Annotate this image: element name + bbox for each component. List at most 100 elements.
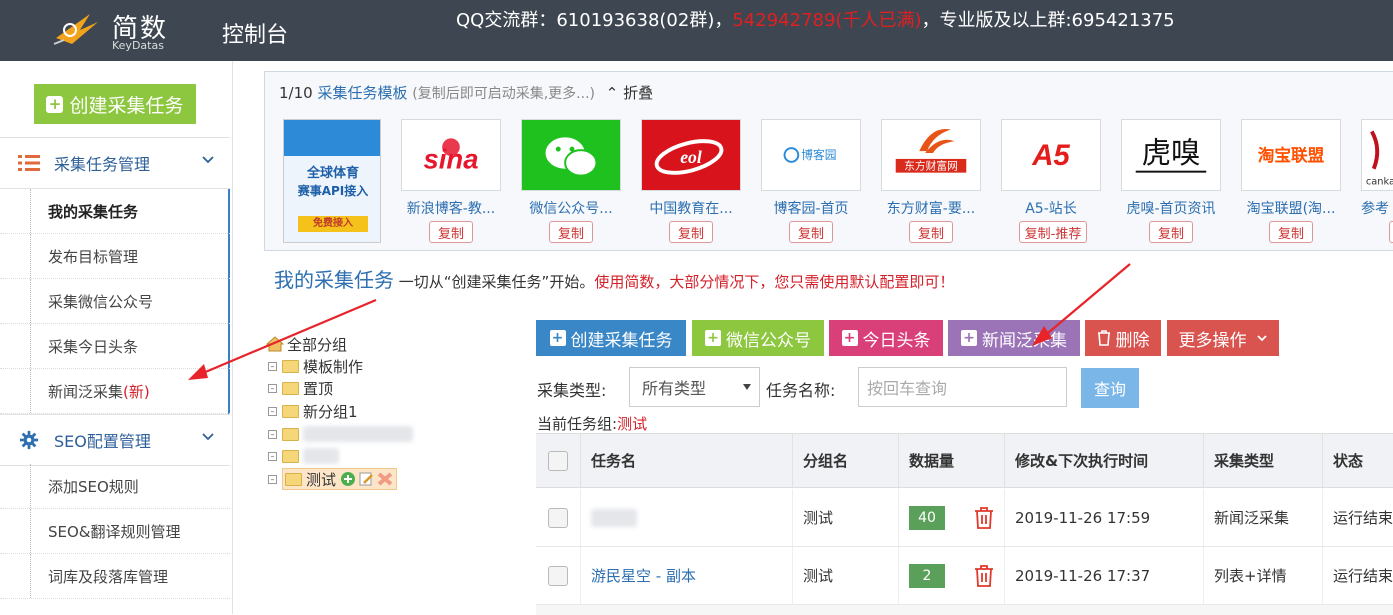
cankao-logo: cankao [1361, 119, 1393, 191]
sidebar-item-add-seo[interactable]: 添加SEO规则 [0, 464, 230, 509]
template-card[interactable]: sina 新浪博客-教... 复制 [401, 119, 501, 247]
tree-node-blurred[interactable]: – [268, 423, 413, 445]
sidebar-item-my-tasks[interactable]: 我的采集任务 [0, 189, 230, 234]
tree-node-blurred[interactable]: – [268, 445, 339, 467]
task-name-cell[interactable] [581, 489, 793, 547]
tree-node[interactable]: – 置顶 [268, 377, 333, 399]
sidebar-section-task-management[interactable]: 采集任务管理 [0, 137, 230, 189]
eastmoney-logo: 东方财富网 [881, 119, 981, 191]
tree-toggle[interactable]: – [268, 406, 277, 416]
column-header[interactable]: 分组名 [793, 434, 899, 488]
type-select[interactable]: 所有类型 [629, 367, 760, 407]
eol-logo: eol [641, 119, 741, 191]
sidebar-item-publish-targets[interactable]: 发布目标管理 [0, 234, 230, 279]
trash-icon[interactable] [973, 564, 995, 588]
logo[interactable]: 简数 KeyDatas [50, 6, 180, 52]
template-name: 参考 [1361, 201, 1389, 217]
ad-banner[interactable]: 全球体育 赛事API接入 免费接入 [283, 119, 381, 243]
trash-icon [1097, 330, 1110, 346]
task-name-input[interactable]: 按回车查询 [858, 367, 1067, 407]
template-card[interactable]: 东方财富网 东方财富-要... 复制 [881, 119, 981, 247]
tree-node[interactable]: – 新分组1 [268, 400, 358, 422]
plus-icon: + [705, 330, 721, 346]
delete-icon[interactable] [376, 471, 394, 487]
tree-root[interactable]: 全部分组 [266, 333, 347, 355]
template-card[interactable]: 博客园 博客园-首页 复制 [761, 119, 861, 247]
notice-text-2: ，专业版及以上群:695421375 [921, 10, 1175, 31]
type-label: 采集类型: [537, 381, 607, 400]
data-count-badge[interactable]: 40 [909, 505, 945, 530]
copy-button[interactable]: 复制 [669, 221, 713, 243]
sidebar-item-news[interactable]: 新闻泛采集 (新) [0, 369, 230, 414]
svg-text:eol: eol [680, 147, 702, 167]
name-label: 任务名称: [766, 381, 836, 400]
redacted-label [303, 448, 339, 464]
select-all-checkbox[interactable] [548, 450, 568, 471]
copy-button[interactable]: 复制 [909, 221, 953, 243]
copy-button[interactable]: 复制 [549, 221, 593, 243]
template-title[interactable]: 采集任务模板 [317, 84, 407, 102]
plus-icon: + [961, 330, 977, 346]
tree-toggle[interactable]: – [268, 383, 277, 393]
column-header[interactable]: 采集类型 [1204, 434, 1323, 488]
sidebar-item-wechat[interactable]: 采集微信公众号 [0, 279, 230, 324]
sidebar-item-seo-rules[interactable]: SEO&翻译规则管理 [0, 509, 230, 554]
template-card[interactable]: 淘宝联盟 淘宝联盟(淘... 复制 [1241, 119, 1341, 247]
cnblogs-wordmark: 博客园 [801, 148, 836, 162]
fold-toggle[interactable]: ⌃ 折叠 [606, 84, 653, 102]
selected-group[interactable]: 测试 [282, 468, 398, 490]
sidebar-item-lexicon[interactable]: 词库及段落库管理 [0, 554, 230, 599]
tree-toggle[interactable]: – [268, 361, 277, 371]
sidebar-section-seo[interactable]: SEO配置管理 [0, 414, 230, 466]
column-header[interactable]: 任务名 [581, 434, 793, 488]
template-card[interactable]: A5 A5-站长 复制-推荐 [1001, 119, 1101, 247]
query-button[interactable]: 查询 [1081, 368, 1139, 408]
tree-toggle[interactable]: – [268, 451, 277, 461]
template-card[interactable]: 微信公众号... 复制 [521, 119, 621, 247]
home-icon [266, 336, 284, 352]
current-group-value[interactable]: 测试 [617, 415, 647, 433]
redacted-task-name[interactable] [591, 508, 637, 527]
tree-node-selected[interactable]: – 测试 [268, 468, 398, 490]
chevron-down-icon [1256, 335, 1267, 342]
column-header[interactable]: 修改&下次执行时间 [1005, 434, 1204, 488]
tree-node-label: 模板制作 [303, 357, 364, 376]
delete-button[interactable]: 删除 [1085, 320, 1161, 356]
tree-node[interactable]: – 模板制作 [268, 355, 363, 377]
dropdown-arrow-icon [743, 384, 751, 390]
template-card[interactable]: 虎嗅 虎嗅-首页资讯 复制 [1121, 119, 1221, 247]
tree-toggle[interactable]: – [268, 474, 277, 484]
add-icon[interactable] [340, 471, 356, 487]
create-task-toolbar-button[interactable]: + 创建采集任务 [536, 320, 686, 356]
copy-recommend-button[interactable]: 复制-推荐 [1019, 221, 1087, 243]
news-collect-button[interactable]: + 新闻泛采集 [948, 320, 1080, 356]
svg-text:sina: sina [424, 144, 479, 175]
column-header[interactable]: 数据量 [899, 434, 1005, 488]
create-task-button[interactable]: + 创建采集任务 [34, 84, 196, 124]
row-checkbox[interactable] [548, 507, 568, 528]
column-header[interactable]: 状态 [1323, 434, 1393, 488]
template-card[interactable]: eol 中国教育在... 复制 [641, 119, 741, 247]
tree-node-label: 新分组1 [303, 402, 358, 421]
trash-icon[interactable] [973, 506, 995, 530]
gear-icon [19, 430, 39, 450]
task-name-cell[interactable]: 游民星空 - 副本 [581, 547, 793, 605]
toutiao-button[interactable]: + 今日头条 [829, 320, 943, 356]
copy-button[interactable]: 复制 [789, 221, 833, 243]
tree-toggle[interactable]: – [268, 429, 277, 439]
data-count-badge[interactable]: 2 [909, 563, 945, 588]
row-checkbox[interactable] [548, 565, 568, 586]
copy-button[interactable]: 复制 [1389, 221, 1393, 243]
edit-icon[interactable] [358, 471, 374, 487]
cankao-wordmark: cankao [1366, 176, 1393, 187]
status-cell: 运行结束 [1323, 489, 1393, 547]
copy-button[interactable]: 复制 [1269, 221, 1313, 243]
copy-button[interactable]: 复制 [429, 221, 473, 243]
more-actions-button[interactable]: 更多操作 [1167, 320, 1279, 356]
page-title-main: 我的采集任务 [274, 268, 394, 292]
copy-button[interactable]: 复制 [1149, 221, 1193, 243]
wechat-button[interactable]: + 微信公众号 [692, 320, 824, 356]
template-hint[interactable]: (复制后即可启动采集,更多...) [412, 86, 595, 102]
sidebar-item-toutiao[interactable]: 采集今日头条 [0, 324, 230, 369]
template-card[interactable]: cankao 参考 复制 [1361, 119, 1393, 247]
